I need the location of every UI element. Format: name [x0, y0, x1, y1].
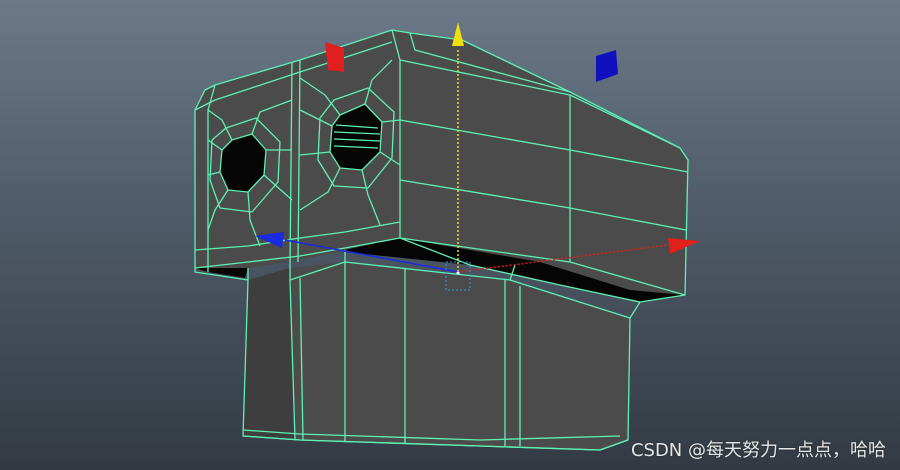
mesh-stem-side	[243, 268, 295, 440]
y-axis-arrow-icon[interactable]	[452, 22, 464, 46]
watermark-text: CSDN @每天努力一点点，哈哈	[630, 440, 886, 461]
viewport-canvas[interactable]	[0, 0, 900, 470]
yz-plane-handle-icon[interactable]	[596, 50, 618, 82]
3d-viewport[interactable]	[0, 0, 900, 470]
pivot-point	[456, 271, 460, 275]
